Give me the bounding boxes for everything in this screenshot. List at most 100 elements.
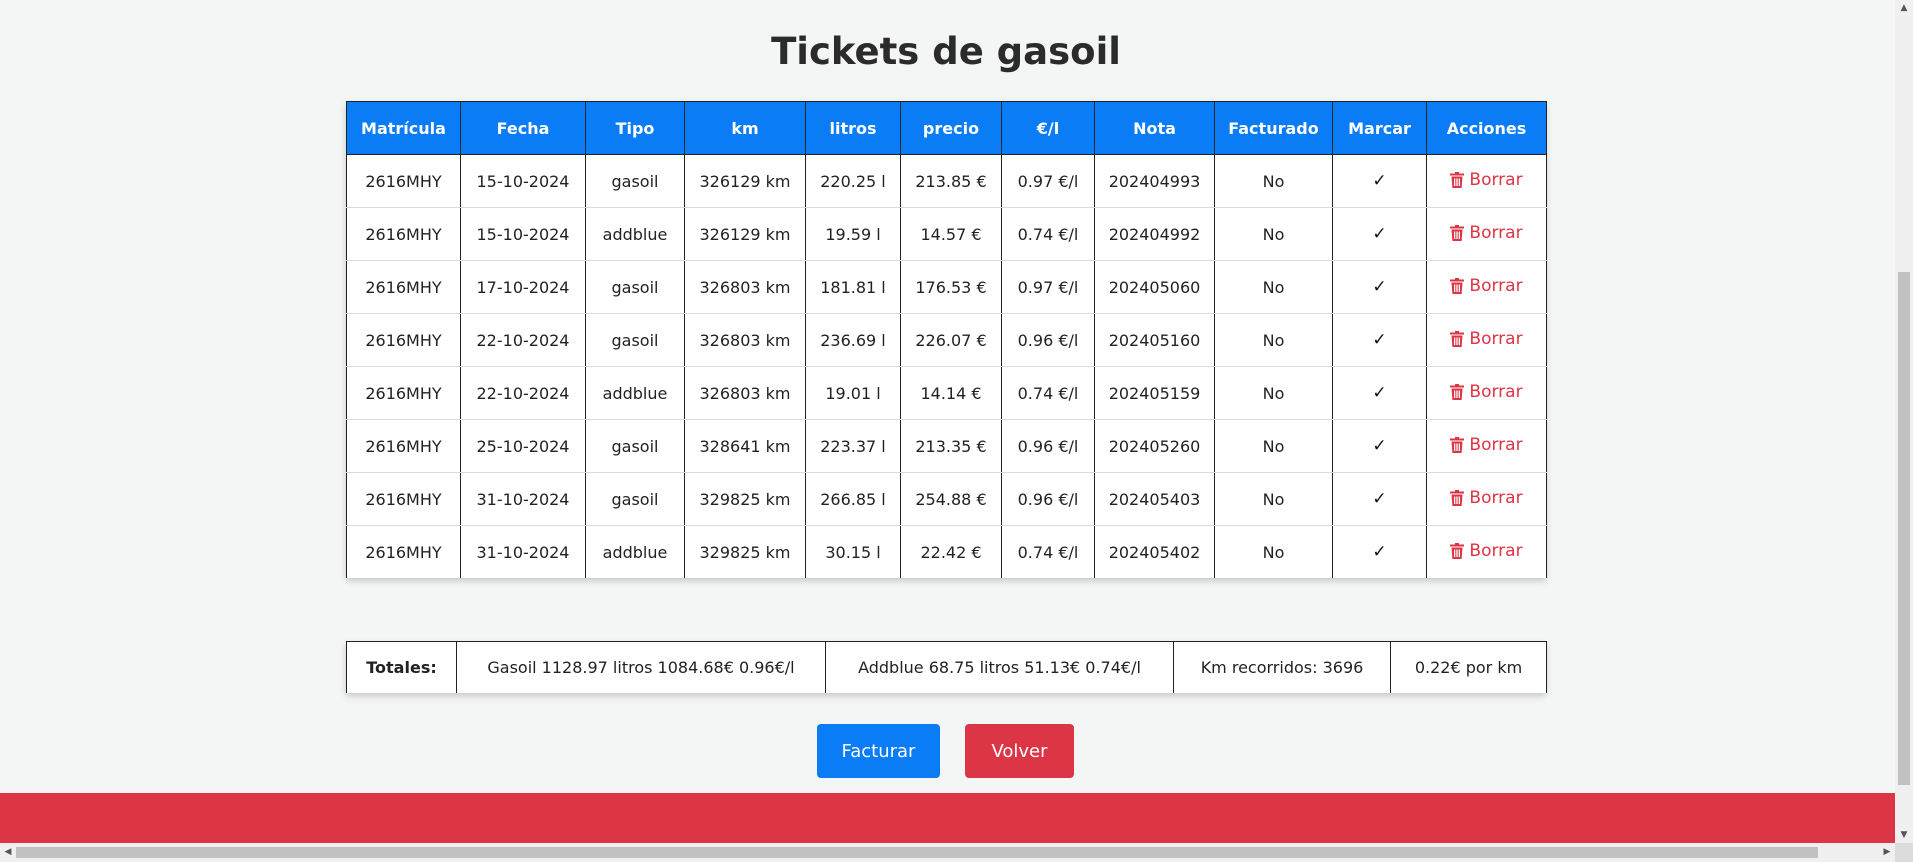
cell-facturado: No (1214, 260, 1333, 314)
cell-facturado: No (1214, 154, 1333, 208)
cell-euro-litro: 0.74 €/l (1001, 525, 1095, 578)
check-icon[interactable]: ✓ (1372, 171, 1386, 191)
cell-nota: 202405060 (1094, 260, 1215, 314)
cell-marcar: ✓ (1332, 207, 1427, 261)
scroll-down-arrow-icon[interactable]: ▼ (1895, 827, 1913, 843)
facturar-button[interactable]: Facturar (817, 724, 940, 778)
scroll-left-arrow-icon[interactable]: ◀ (0, 843, 16, 862)
cell-facturado: No (1214, 207, 1333, 261)
check-icon[interactable]: ✓ (1372, 224, 1386, 244)
cell-matricula: 2616MHY (346, 260, 461, 314)
header-litros[interactable]: litros (805, 101, 901, 155)
header-row: Matrícula Fecha Tipo km litros precio €/… (346, 101, 1547, 155)
cell-km: 326129 km (684, 154, 806, 208)
header-matricula[interactable]: Matrícula (346, 101, 461, 155)
borrar-button[interactable]: Borrar (1450, 329, 1523, 349)
cell-marcar: ✓ (1332, 154, 1427, 208)
header-km[interactable]: km (684, 101, 806, 155)
cell-facturado: No (1214, 525, 1333, 578)
table-row: 2616MHY 31-10-2024 addblue 329825 km 30.15 l… (346, 525, 1547, 578)
table-row: 2616MHY 15-10-2024 gasoil 326129 km 220.25 l… (346, 154, 1547, 208)
table-row: 2616MHY 17-10-2024 gasoil 326803 km 181.81 l… (346, 260, 1547, 314)
header-facturado[interactable]: Facturado (1214, 101, 1333, 155)
borrar-button[interactable]: Borrar (1450, 223, 1523, 243)
cell-tipo: gasoil (585, 260, 685, 314)
cell-matricula: 2616MHY (346, 207, 461, 261)
volver-button[interactable]: Volver (965, 724, 1074, 778)
cell-fecha: 22-10-2024 (460, 313, 586, 367)
cell-tipo: gasoil (585, 472, 685, 526)
horizontal-scrollbar[interactable]: ◀ ▶ (0, 843, 1895, 862)
borrar-button[interactable]: Borrar (1450, 435, 1523, 455)
borrar-label: Borrar (1469, 276, 1523, 296)
cell-fecha: 15-10-2024 (460, 207, 586, 261)
cell-matricula: 2616MHY (346, 313, 461, 367)
cell-euro-litro: 0.96 €/l (1001, 472, 1095, 526)
cell-marcar: ✓ (1332, 260, 1427, 314)
cell-marcar: ✓ (1332, 472, 1427, 526)
scroll-right-arrow-icon[interactable]: ▶ (1879, 843, 1895, 862)
cell-euro-litro: 0.74 €/l (1001, 207, 1095, 261)
trash-icon (1450, 437, 1465, 453)
totals-addblue: Addblue 68.75 litros 51.13€ 0.74€/l (825, 641, 1174, 693)
cell-km: 329825 km (684, 472, 806, 526)
totals-km: Km recorridos: 3696 (1173, 641, 1391, 693)
cell-fecha: 31-10-2024 (460, 525, 586, 578)
borrar-button[interactable]: Borrar (1450, 170, 1523, 190)
table-row: 2616MHY 22-10-2024 gasoil 326803 km 236.69 l… (346, 313, 1547, 367)
check-icon[interactable]: ✓ (1372, 330, 1386, 350)
cell-marcar: ✓ (1332, 313, 1427, 367)
vertical-scroll-thumb[interactable] (1898, 272, 1910, 785)
cell-tipo: addblue (585, 207, 685, 261)
header-marcar[interactable]: Marcar (1332, 101, 1427, 155)
cell-precio: 176.53 € (900, 260, 1002, 314)
cell-matricula: 2616MHY (346, 419, 461, 473)
cell-fecha: 22-10-2024 (460, 366, 586, 420)
tickets-table: Matrícula Fecha Tipo km litros precio €/… (346, 101, 1547, 578)
borrar-button[interactable]: Borrar (1450, 276, 1523, 296)
table-row: 2616MHY 31-10-2024 gasoil 329825 km 266.85 l… (346, 472, 1547, 526)
cell-nota: 202405260 (1094, 419, 1215, 473)
page-title: Tickets de gasoil (771, 30, 1121, 73)
header-euro-litro[interactable]: €/l (1001, 101, 1095, 155)
horizontal-scroll-thumb[interactable] (16, 847, 1818, 858)
check-icon[interactable]: ✓ (1372, 489, 1386, 509)
cell-km: 326803 km (684, 366, 806, 420)
vertical-scrollbar[interactable]: ▲ ▼ (1895, 0, 1913, 843)
check-icon[interactable]: ✓ (1372, 383, 1386, 403)
borrar-button[interactable]: Borrar (1450, 541, 1523, 561)
check-icon[interactable]: ✓ (1372, 542, 1386, 562)
borrar-label: Borrar (1469, 435, 1523, 455)
check-icon[interactable]: ✓ (1372, 277, 1386, 297)
cell-nota: 202405159 (1094, 366, 1215, 420)
header-tipo[interactable]: Tipo (585, 101, 685, 155)
header-precio[interactable]: precio (900, 101, 1002, 155)
cell-acciones: Borrar (1426, 260, 1547, 314)
table-header: Matrícula Fecha Tipo km litros precio €/… (346, 101, 1547, 155)
page-content: Tickets de gasoil Matrícula Fecha Tipo k… (0, 0, 1895, 843)
cell-precio: 226.07 € (900, 313, 1002, 367)
cell-acciones: Borrar (1426, 154, 1547, 208)
totals-gasoil: Gasoil 1128.97 litros 1084.68€ 0.96€/l (456, 641, 826, 693)
check-icon[interactable]: ✓ (1372, 436, 1386, 456)
trash-icon (1450, 543, 1465, 559)
header-nota[interactable]: Nota (1094, 101, 1215, 155)
cell-tipo: gasoil (585, 154, 685, 208)
trash-icon (1450, 278, 1465, 294)
borrar-button[interactable]: Borrar (1450, 488, 1523, 508)
cell-km: 328641 km (684, 419, 806, 473)
table-row: 2616MHY 22-10-2024 addblue 326803 km 19.01 l… (346, 366, 1547, 420)
borrar-label: Borrar (1469, 170, 1523, 190)
header-fecha[interactable]: Fecha (460, 101, 586, 155)
tickets-table-container: Matrícula Fecha Tipo km litros precio €/… (346, 101, 1547, 578)
scroll-up-arrow-icon[interactable]: ▲ (1895, 0, 1913, 16)
cell-acciones: Borrar (1426, 313, 1547, 367)
cell-km: 326803 km (684, 260, 806, 314)
cell-acciones: Borrar (1426, 525, 1547, 578)
borrar-button[interactable]: Borrar (1450, 382, 1523, 402)
cell-litros: 220.25 l (805, 154, 901, 208)
cell-fecha: 31-10-2024 (460, 472, 586, 526)
cell-matricula: 2616MHY (346, 154, 461, 208)
trash-icon (1450, 490, 1465, 506)
cell-euro-litro: 0.97 €/l (1001, 260, 1095, 314)
